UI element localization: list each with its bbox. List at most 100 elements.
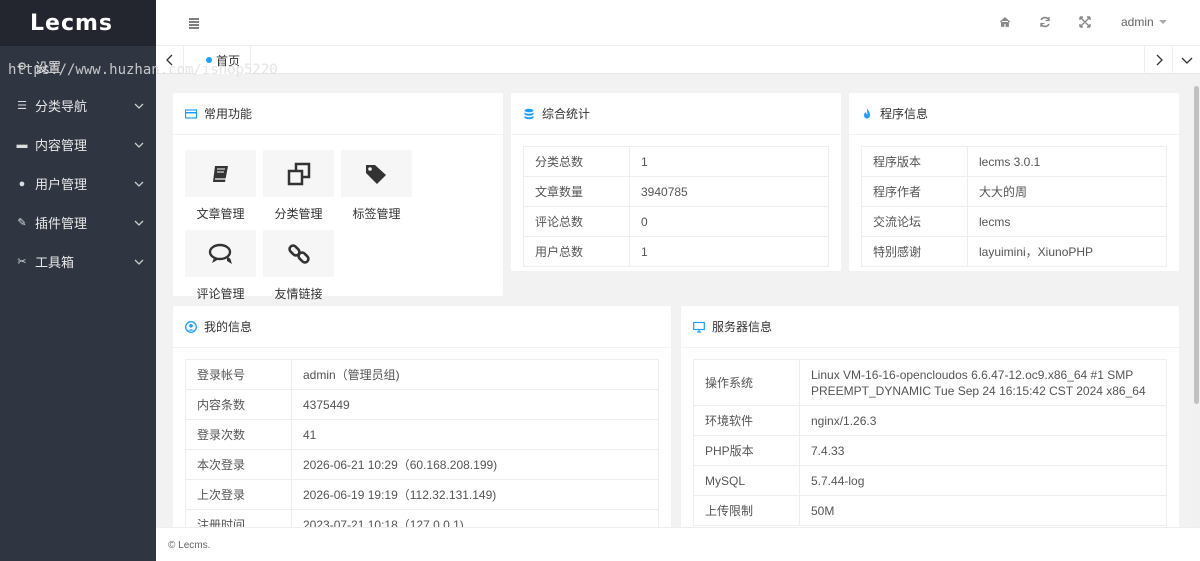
row-key: 登录次数 bbox=[185, 419, 292, 450]
credit-card-icon bbox=[185, 108, 197, 119]
home-icon[interactable] bbox=[998, 15, 1012, 29]
card-title: 服务器信息 bbox=[712, 320, 773, 334]
card-title: 常用功能 bbox=[204, 107, 253, 121]
row-key: PHP版本 bbox=[693, 435, 800, 466]
user-menu[interactable]: admin bbox=[1121, 15, 1168, 29]
server-info-table: 操作系统 Linux VM-16-16-opencloudos 6.6.47-12… bbox=[693, 359, 1167, 526]
row-key: 本次登录 bbox=[185, 449, 292, 480]
table-row: 内容条数 4375449 bbox=[185, 389, 659, 420]
fire-icon bbox=[864, 108, 870, 118]
row-value: 0 bbox=[629, 206, 829, 237]
row-value: admin（管理员组) bbox=[291, 359, 659, 390]
username: admin bbox=[1121, 15, 1154, 29]
chevron-down-icon bbox=[134, 142, 144, 148]
table-row: 上传限制 50M bbox=[693, 495, 1167, 526]
menu-toggle-icon[interactable] bbox=[186, 15, 202, 31]
card-header: 综合统计 bbox=[511, 93, 841, 135]
chevron-down-icon bbox=[1181, 57, 1192, 64]
top-bar: admin bbox=[156, 0, 1200, 46]
shortcut-comments[interactable]: 评论管理 bbox=[185, 230, 263, 302]
row-value[interactable]: lecms bbox=[967, 206, 1167, 237]
shortcut-categories[interactable]: 分类管理 bbox=[263, 150, 341, 222]
chevron-down-icon bbox=[134, 259, 144, 265]
comments-icon bbox=[208, 243, 232, 264]
wrench-icon: ✂ bbox=[17, 256, 27, 268]
row-value: 41 bbox=[291, 419, 659, 450]
table-row: 登录帐号 admin（管理员组) bbox=[185, 359, 659, 390]
table-row: 注册时间 2023-07-21 10:18（127.0.0.1) bbox=[185, 509, 659, 527]
shortcut-label: 友情链接 bbox=[274, 287, 323, 301]
sidebar-item-users[interactable]: ● 用户管理 bbox=[0, 164, 156, 203]
card-title: 综合统计 bbox=[542, 107, 591, 121]
sidebar-item-tools[interactable]: ✂ 工具箱 bbox=[0, 242, 156, 281]
fullscreen-icon[interactable] bbox=[1078, 15, 1092, 29]
row-key: 上传限制 bbox=[693, 495, 800, 526]
row-key: 交流论坛 bbox=[861, 206, 968, 237]
scrollbar-thumb[interactable] bbox=[1194, 86, 1199, 404]
row-key: 注册时间 bbox=[185, 509, 292, 527]
table-row: 环境软件 nginx/1.26.3 bbox=[693, 405, 1167, 436]
table-row: PHP版本 7.4.33 bbox=[693, 435, 1167, 466]
card-title: 我的信息 bbox=[204, 320, 253, 334]
logo-text: Lecms bbox=[30, 10, 113, 36]
chevron-down-icon bbox=[134, 103, 144, 109]
table-row: MySQL 5.7.44-log bbox=[693, 465, 1167, 496]
table-row: 特别感谢 layuimini，XiunoPHP bbox=[861, 236, 1167, 267]
row-value: 2026-06-21 10:29（60.168.208.199) bbox=[291, 449, 659, 480]
row-value: Linux VM-16-16-opencloudos 6.6.47-12.oc9… bbox=[799, 359, 1167, 406]
row-value: 7.4.33 bbox=[799, 435, 1167, 466]
gears-icon: ⚙ bbox=[17, 60, 27, 73]
card-header: 常用功能 bbox=[173, 93, 503, 135]
tags-icon bbox=[365, 164, 386, 184]
card-header: 服务器信息 bbox=[681, 306, 1179, 348]
row-value: layuimini，XiunoPHP bbox=[967, 236, 1167, 267]
list-icon: ☰ bbox=[17, 100, 27, 112]
shortcuts-card: 常用功能 文章管理 分类管理 标签管理 评论管理 友情链接 bbox=[173, 93, 503, 301]
row-value: 2026-06-19 19:19（112.32.131.149) bbox=[291, 479, 659, 510]
table-row: 程序版本 lecms 3.0.1 bbox=[861, 146, 1167, 177]
shortcut-articles[interactable]: 文章管理 bbox=[185, 150, 263, 222]
os-line: Linux VM-16-16-opencloudos 6.6.47-12.oc9… bbox=[811, 367, 1134, 382]
row-key: 程序版本 bbox=[861, 146, 968, 177]
my-info-card: 我的信息 登录帐号 admin（管理员组) 内容条数 4375449 登录次数 41 … bbox=[173, 306, 671, 527]
tab-menu-button[interactable] bbox=[1172, 46, 1200, 74]
table-row: 操作系统 Linux VM-16-16-opencloudos 6.6.47-12… bbox=[693, 359, 1167, 406]
shortcut-tags[interactable]: 标签管理 bbox=[341, 150, 419, 222]
row-key: 评论总数 bbox=[523, 206, 630, 237]
logo[interactable]: Lecms bbox=[0, 0, 156, 46]
program-info-card: 程序信息 程序版本 lecms 3.0.1 程序作者 大大的周 交流论坛 lecms … bbox=[849, 93, 1179, 271]
card-header: 我的信息 bbox=[173, 306, 671, 348]
sidebar-item-content[interactable]: ▬ 内容管理 bbox=[0, 125, 156, 164]
plug-icon: ✎ bbox=[17, 217, 27, 229]
refresh-icon[interactable] bbox=[1038, 15, 1052, 29]
row-value: 5.7.44-log bbox=[799, 465, 1167, 496]
database-icon bbox=[524, 108, 534, 119]
sidebar-item-label: 插件管理 bbox=[35, 216, 88, 231]
chain-link-icon bbox=[287, 243, 310, 264]
table-row: 上次登录 2026-06-19 19:19（112.32.131.149) bbox=[185, 479, 659, 510]
main-content: 常用功能 文章管理 分类管理 标签管理 评论管理 友情链接 综合统计 分类总数 … bbox=[156, 75, 1200, 527]
sidebar-item-category-nav[interactable]: ☰ 分类导航 bbox=[0, 86, 156, 125]
user-circle-icon bbox=[185, 320, 197, 333]
tab-scroll-left-button[interactable] bbox=[156, 46, 184, 74]
my-info-table: 登录帐号 admin（管理员组) 内容条数 4375449 登录次数 41 本次登录 2… bbox=[185, 359, 659, 527]
card-header: 程序信息 bbox=[849, 93, 1179, 135]
sidebar-item-label: 设置 bbox=[35, 59, 62, 75]
table-row: 交流论坛 lecms bbox=[861, 206, 1167, 237]
sidebar-item-label: 用户管理 bbox=[35, 177, 88, 192]
shortcut-label: 文章管理 bbox=[196, 207, 245, 221]
row-key: 上次登录 bbox=[185, 479, 292, 510]
row-key: 内容条数 bbox=[185, 389, 292, 420]
book-icon bbox=[212, 165, 228, 182]
tab-scroll-right-button[interactable] bbox=[1144, 46, 1172, 74]
shortcut-links[interactable]: 友情链接 bbox=[263, 230, 341, 302]
shortcut-label: 分类管理 bbox=[274, 207, 323, 221]
row-value: 大大的周 bbox=[967, 176, 1167, 207]
sidebar-item-label: 分类导航 bbox=[35, 99, 88, 114]
sidebar-item-settings[interactable]: ⚙ 设置 bbox=[0, 46, 156, 86]
row-key: 文章数量 bbox=[523, 176, 630, 207]
clone-icon bbox=[287, 162, 310, 185]
sidebar-item-plugins[interactable]: ✎ 插件管理 bbox=[0, 203, 156, 242]
tab-home[interactable]: 首页 bbox=[196, 46, 252, 74]
table-row: 本次登录 2026-06-21 10:29（60.168.208.199) bbox=[185, 449, 659, 480]
